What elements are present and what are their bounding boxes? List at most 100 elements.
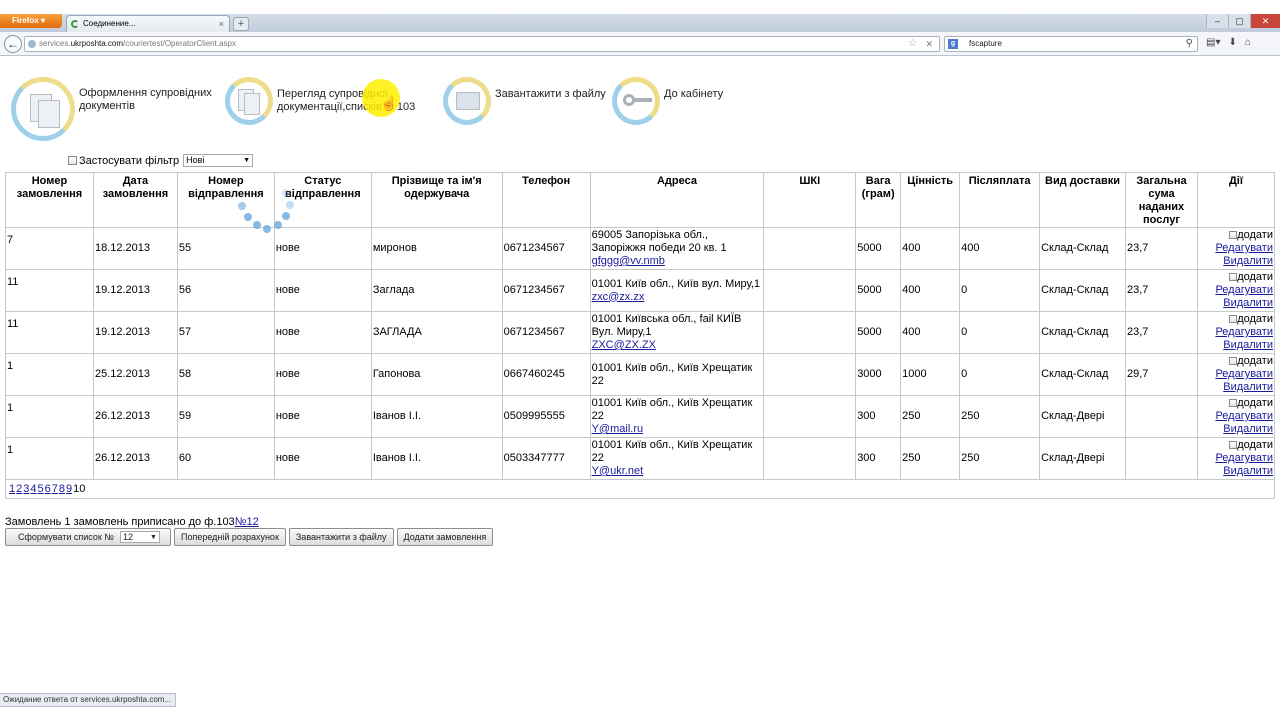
browser-tab[interactable]: Соединение... × — [66, 15, 230, 32]
page-link[interactable]: 4 — [30, 483, 36, 495]
menu-cabinet[interactable]: До кабінету — [612, 77, 723, 125]
form-list-button[interactable]: Сформувати список № 12 ▼ — [5, 528, 171, 546]
col-header: Дії — [1196, 172, 1276, 228]
search-engine-icon[interactable]: g — [948, 39, 958, 49]
edit-link[interactable]: Редагувати — [1199, 410, 1273, 423]
cell-date: 25.12.2013 — [92, 353, 178, 396]
delete-link[interactable]: Видалити — [1199, 339, 1273, 352]
firefox-menu-button[interactable]: Firefox ▾ — [0, 14, 62, 28]
email-link[interactable]: ZXC@ZX.ZX — [592, 339, 656, 351]
cell-name: Іванов І.І. — [370, 437, 503, 480]
bookmark-star-icon[interactable]: ☆ — [908, 37, 917, 51]
cell-address: 01001 Київ обл., Київ Хрещатик 22 Y@mail.… — [589, 395, 765, 438]
col-header: Прізвище та ім'я одержувача — [370, 172, 503, 228]
cell-value: 400 — [900, 227, 961, 270]
loading-spinner-icon — [71, 20, 79, 28]
col-header: Дата замовлення — [92, 172, 178, 228]
address-text: 01001 Київ обл., Київ Хрещатик 22 — [591, 439, 753, 464]
cell-weight: 300 — [855, 437, 902, 480]
close-tab-icon[interactable]: × — [219, 16, 224, 32]
back-button[interactable]: ← — [4, 35, 22, 53]
page-link[interactable]: 5 — [38, 483, 44, 495]
cell-status: нове — [273, 269, 372, 312]
edit-link[interactable]: Редагувати — [1199, 326, 1273, 339]
edit-link[interactable]: Редагувати — [1199, 368, 1273, 381]
toolbar-icons: ▤▾ ⬇ ⌂ — [1206, 37, 1251, 48]
table-header-row: Номер замовлення Дата замовлення Номер в… — [5, 172, 1276, 228]
search-input[interactable]: fscapture — [969, 39, 1002, 48]
email-link[interactable]: zxc@zx.zx — [592, 291, 645, 303]
site-identity-icon[interactable] — [28, 40, 36, 48]
page-link[interactable]: 8 — [59, 483, 65, 495]
cell-address: 01001 Київ обл., Київ Хрещатик 22 Y@ukr.n… — [589, 437, 765, 480]
pager-current: 10 — [73, 482, 86, 495]
email-link[interactable]: Y@ukr.net — [592, 465, 644, 477]
apply-filter-checkbox[interactable] — [68, 156, 77, 165]
cell-total: 23,7 — [1125, 311, 1198, 354]
cell-date: 26.12.2013 — [92, 395, 178, 438]
minimize-icon[interactable]: – — [1206, 14, 1228, 28]
edit-link[interactable]: Редагувати — [1199, 452, 1273, 465]
cell-shki — [763, 227, 857, 270]
page-link[interactable]: 2 — [16, 483, 22, 495]
cell-value: 400 — [900, 269, 961, 312]
close-window-icon[interactable]: ✕ — [1250, 14, 1280, 28]
delete-link[interactable]: Видалити — [1199, 381, 1273, 394]
list-number-value: 12 — [122, 532, 133, 542]
new-tab-button[interactable]: + — [233, 17, 249, 31]
cell-cod: 0 — [959, 269, 1041, 312]
page-link[interactable]: 6 — [45, 483, 51, 495]
add-label: додати — [1237, 355, 1273, 367]
cell-address: 01001 Київ обл., Київ вул. Миру,1 zxc@zx.… — [589, 269, 765, 312]
page-link[interactable]: 9 — [66, 483, 72, 495]
cell-delivery: Склад-Склад — [1039, 353, 1126, 396]
delete-link[interactable]: Видалити — [1199, 297, 1273, 310]
table-row: 7 18.12.2013 55 нове миронов 0671234567 69005 … — [5, 227, 1276, 270]
loading-indicator-icon — [238, 175, 296, 233]
page-link[interactable]: 7 — [52, 483, 58, 495]
email-link[interactable]: gfggg@vv.nmb — [592, 255, 665, 267]
cell-delivery: Склад-Склад — [1039, 227, 1126, 270]
search-bar[interactable]: g fscapture ⚲ — [944, 36, 1198, 52]
delete-link[interactable]: Видалити — [1199, 465, 1273, 478]
add-label: додати — [1237, 439, 1273, 451]
cell-shipment: 55 — [176, 227, 275, 270]
list-number-select[interactable]: 12 ▼ — [119, 531, 160, 543]
menu-upload-file[interactable]: Завантажити з файлу — [443, 77, 606, 125]
cell-address: 01001 Київська обл., fail КИЇВ Вул. Миру… — [589, 311, 765, 354]
stop-icon[interactable]: ✕ — [925, 37, 933, 51]
cell-total: 29,7 — [1125, 353, 1198, 396]
preliminary-calc-button[interactable]: Попередній розрахунок — [174, 528, 286, 546]
delete-link[interactable]: Видалити — [1199, 423, 1273, 436]
email-link[interactable]: Y@mail.ru — [592, 423, 644, 435]
col-header: Адреса — [589, 172, 765, 228]
cell-phone: 0671234567 — [501, 311, 591, 354]
cell-status: нове — [273, 353, 372, 396]
page-link[interactable]: 1 — [9, 483, 15, 495]
filter-select[interactable]: Нові ▼ — [183, 154, 254, 167]
cell-shki — [763, 437, 857, 480]
upload-file-button[interactable]: Завантажити з файлу — [288, 528, 394, 546]
address-text: 01001 Київ обл., Київ вул. Миру,1 — [591, 277, 761, 290]
bookmarks-menu-icon[interactable]: ▤▾ — [1206, 37, 1220, 48]
cell-weight: 5000 — [855, 311, 902, 354]
cell-delivery: Склад-Двері — [1039, 437, 1126, 480]
page-link[interactable]: 3 — [23, 483, 29, 495]
delete-link[interactable]: Видалити — [1199, 255, 1273, 268]
tab-title: Соединение... — [83, 19, 136, 28]
downloads-icon[interactable]: ⬇ — [1228, 37, 1236, 48]
search-icon[interactable]: ⚲ — [1186, 37, 1193, 51]
home-icon[interactable]: ⌂ — [1245, 37, 1251, 48]
edit-link[interactable]: Редагувати — [1199, 242, 1273, 255]
cell-phone: 0671234567 — [501, 227, 591, 270]
maximize-icon[interactable]: ▢ — [1228, 14, 1250, 28]
browser-navbar: ← services.ukrposhta.com/couriertest/Ope… — [0, 32, 1280, 56]
summary-list-link[interactable]: №12 — [235, 516, 259, 528]
cell-order: 1 — [5, 437, 94, 480]
menu-create-docs[interactable]: Оформлення супровідних документів — [11, 77, 219, 141]
url-path: /couriertest/OperatorClient.aspx — [123, 39, 236, 48]
edit-link[interactable]: Редагувати — [1199, 284, 1273, 297]
cell-order: 11 — [5, 311, 94, 354]
add-order-button[interactable]: Додати замовлення — [396, 528, 494, 546]
address-bar[interactable]: services.ukrposhta.com/couriertest/Opera… — [24, 36, 940, 52]
